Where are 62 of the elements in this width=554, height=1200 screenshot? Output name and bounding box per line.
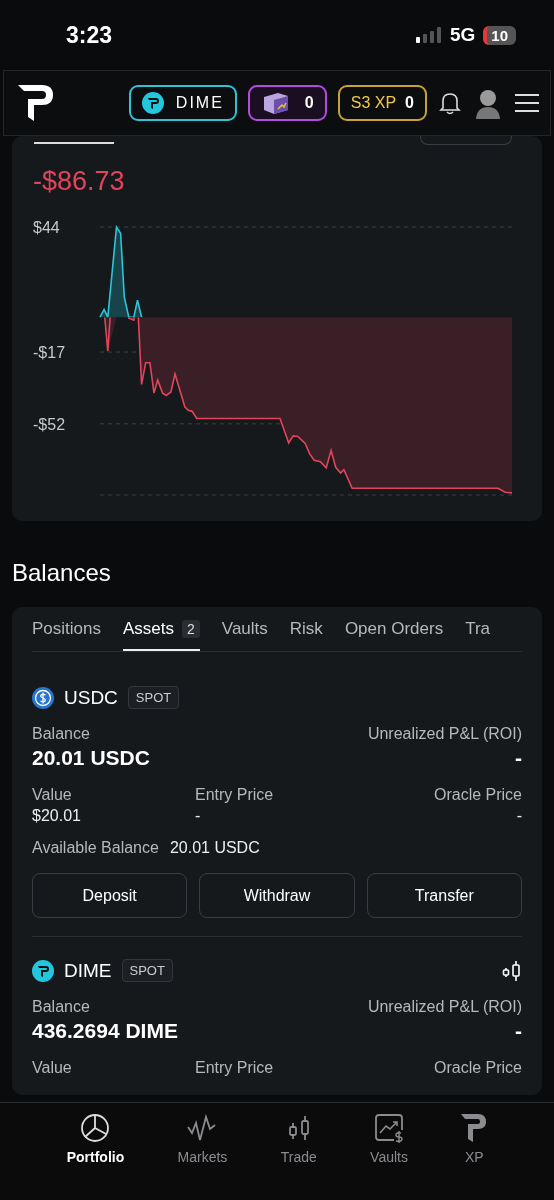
- field-label: Balance: [32, 998, 91, 1016]
- field-value: -: [195, 807, 202, 825]
- field-label: Value: [32, 1059, 73, 1077]
- field-value: -: [516, 807, 522, 825]
- nav-item[interactable]: Portfolio: [62, 1113, 129, 1173]
- tab[interactable]: Risk: [289, 607, 323, 651]
- field-value: 20.01 USDC: [169, 839, 260, 857]
- notification-bell-icon[interactable]: [438, 90, 462, 116]
- field-label: Oracle Price: [433, 786, 522, 804]
- tab[interactable]: Vaults: [221, 607, 268, 651]
- field-label: Value: [32, 786, 73, 804]
- asset-symbol: USDC: [64, 686, 118, 709]
- coin-icon: [32, 686, 54, 709]
- count-badge: 2: [182, 620, 200, 638]
- field-label: Available Balance: [32, 839, 159, 857]
- field-value: $20.01: [32, 807, 82, 825]
- asset-symbol: DIME: [64, 959, 112, 982]
- y-axis-label: -$52: [33, 415, 66, 433]
- field-label: Unrealized P&L (ROI): [367, 725, 522, 743]
- tab[interactable]: Positions: [32, 607, 101, 651]
- growth-chart-icon: [374, 1113, 405, 1143]
- action-button[interactable]: Deposit: [32, 873, 188, 918]
- market-tag: SPOT: [121, 959, 173, 982]
- pie-chart-icon: [80, 1113, 111, 1143]
- status-time: 3:23: [66, 21, 113, 49]
- candlestick-icon[interactable]: [502, 959, 522, 982]
- balance-value: 436.2694 DIME: [32, 1019, 178, 1043]
- action-button[interactable]: Transfer: [366, 873, 522, 918]
- action-button[interactable]: Withdraw: [199, 873, 355, 918]
- section-title: Balances: [12, 559, 112, 587]
- coin-icon: [32, 959, 54, 982]
- pnl-value: -$86.73: [33, 166, 126, 197]
- nav-item[interactable]: XP: [457, 1113, 492, 1173]
- tab[interactable]: Tra: [465, 607, 490, 651]
- market-tag: SPOT: [127, 686, 180, 709]
- field-label: Entry Price: [195, 786, 275, 804]
- chest-pill[interactable]: 0: [247, 85, 327, 121]
- logo-icon[interactable]: [18, 83, 54, 123]
- menu-icon[interactable]: [514, 93, 540, 113]
- xp-pill[interactable]: S3 XP 0: [337, 85, 427, 121]
- field-label: Entry Price: [195, 1059, 275, 1077]
- y-axis-label: $44: [33, 219, 60, 236]
- pnl-value: -: [515, 746, 522, 770]
- tab[interactable]: Open Orders: [344, 607, 444, 651]
- field-label: Unrealized P&L (ROI): [367, 998, 522, 1016]
- nav-item[interactable]: Vaults: [366, 1113, 412, 1173]
- token-pill[interactable]: DIME: [128, 85, 237, 121]
- balance-value: 20.01 USDC: [32, 746, 150, 770]
- avatar[interactable]: [473, 87, 503, 119]
- signal-icon: [415, 27, 442, 43]
- tab[interactable]: Assets 2: [123, 607, 200, 651]
- wave-icon: [187, 1113, 218, 1143]
- field-label: Oracle Price: [433, 1059, 522, 1077]
- field-label: Balance: [32, 725, 91, 743]
- nav-item[interactable]: Trade: [276, 1113, 321, 1173]
- nav-item[interactable]: Markets: [173, 1113, 232, 1173]
- battery-indicator: 10: [483, 25, 516, 45]
- y-axis-label: -$17: [33, 344, 66, 362]
- token-logo-icon: [141, 92, 164, 114]
- network-label: 5G: [449, 24, 476, 46]
- logo-icon: [461, 1113, 488, 1143]
- pnl-value: -: [515, 1019, 522, 1043]
